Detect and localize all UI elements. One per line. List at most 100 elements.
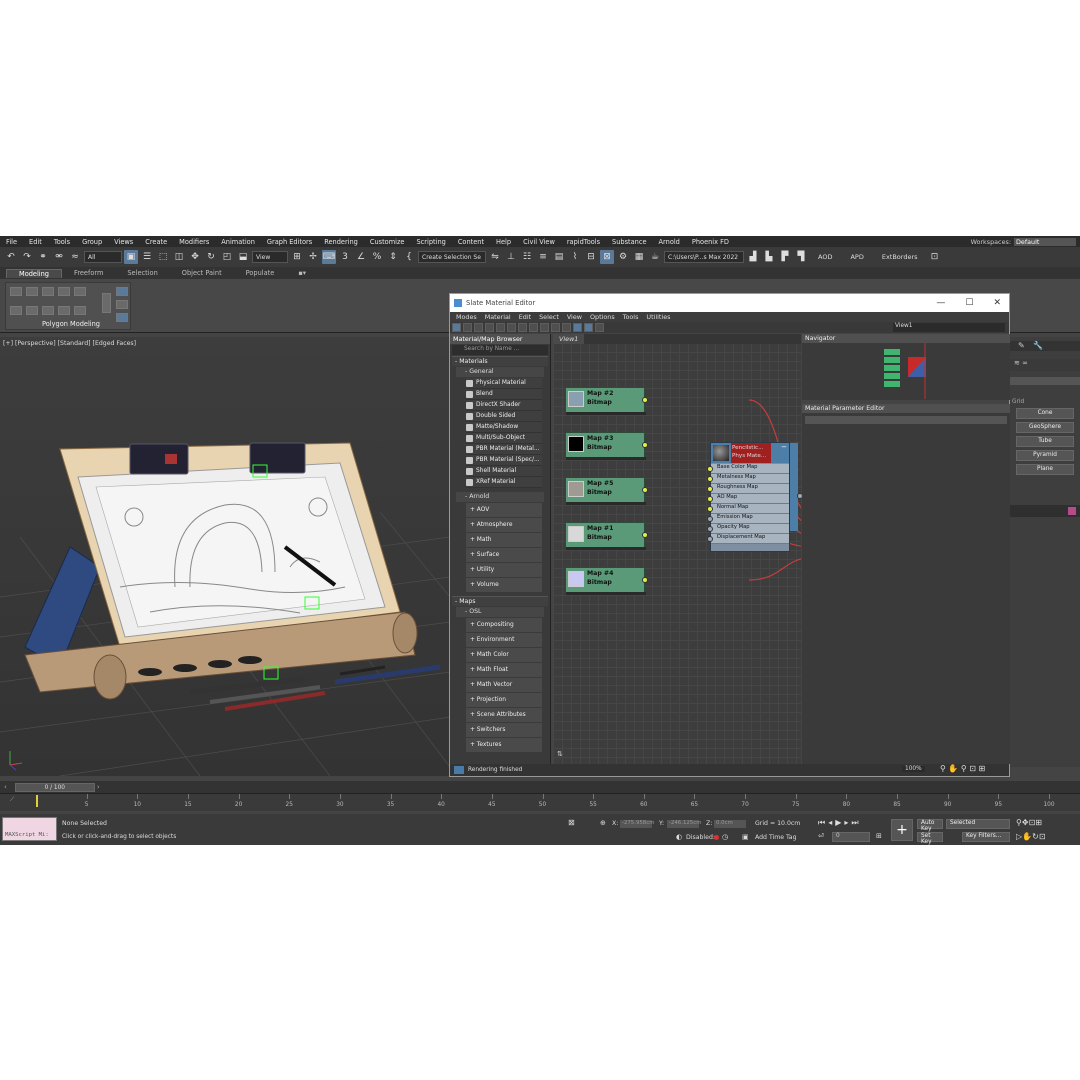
list-item[interactable]: + Switchers [466, 723, 542, 737]
curve-editor-icon[interactable]: ⌇ [568, 250, 582, 264]
list-item[interactable]: + Projection [466, 693, 542, 707]
align-icon[interactable]: ⊥ [504, 250, 518, 264]
repeat-icon[interactable] [74, 306, 86, 315]
absolute-mode-icon[interactable]: ⊕ [600, 819, 606, 827]
zoom-dropdown[interactable]: 100% [902, 766, 925, 772]
sme-assign-material-icon[interactable] [485, 323, 494, 332]
list-item[interactable]: + Math Vector [466, 678, 542, 692]
sme-menu-modes[interactable]: Modes [452, 313, 481, 321]
slot-roughness[interactable]: Roughness Map [707, 484, 789, 494]
list-item[interactable]: Double Sided [466, 411, 542, 422]
menu-help[interactable]: Help [490, 238, 517, 246]
window-crossing-icon[interactable]: ◫ [172, 250, 186, 264]
set-key-button[interactable]: Set Key [917, 832, 943, 845]
isolate-icon[interactable]: ⊠ [568, 818, 575, 827]
link-icon[interactable]: ⚭ [36, 250, 50, 264]
add-time-tag[interactable]: Add Time Tag [755, 834, 797, 841]
scroll-icon[interactable] [102, 293, 111, 313]
track-bar[interactable]: ⟋ 5 10 15 20 25 30 35 40 45 50 55 60 65 70 75 80 85 90 95 1… [0, 793, 1080, 811]
slot-displacement[interactable]: Displacement Map [707, 534, 789, 544]
map-node-5[interactable]: Map #5 Bitmap [565, 477, 648, 505]
tab-populate[interactable]: Populate [234, 269, 287, 277]
key-selection-dropdown[interactable]: Selected [946, 819, 1010, 829]
tab-modeling[interactable]: Modeling [6, 268, 62, 278]
list-item[interactable]: Matte/Shadow [466, 422, 542, 433]
output-port[interactable] [642, 532, 648, 538]
list-item[interactable]: Blend [466, 389, 542, 400]
polygon-icon[interactable] [74, 287, 86, 296]
menu-tools[interactable]: Tools [48, 238, 76, 246]
viewport-nav-icons[interactable]: ⚲✥⊡⊞ [1016, 818, 1042, 827]
slot-opacity[interactable]: Opacity Map [707, 524, 789, 534]
object-color-swatch[interactable] [1068, 507, 1076, 515]
menu-rendering[interactable]: Rendering [318, 238, 364, 246]
reference-coord-dropdown[interactable]: View [252, 251, 288, 263]
tab-object-paint[interactable]: Object Paint [170, 269, 234, 277]
show-end-result-icon[interactable] [116, 313, 128, 322]
sme-menu-edit[interactable]: Edit [515, 313, 535, 321]
use-stack-selection-icon[interactable] [116, 300, 128, 309]
input-port[interactable] [707, 476, 713, 482]
viewport-nav-icons-2[interactable]: ▷✋↻⊡ [1016, 832, 1046, 841]
tab-freeform[interactable]: Freeform [62, 269, 115, 277]
list-item[interactable]: + Math [466, 533, 542, 547]
map-node-1[interactable]: Map #1 Bitmap [565, 522, 648, 550]
set-key-icon[interactable]: + [891, 819, 913, 841]
close-icon[interactable]: ✕ [993, 298, 1001, 308]
sme-delete-icon[interactable] [496, 323, 505, 332]
list-item[interactable]: + Environment [466, 633, 542, 647]
sme-layout-all-icon[interactable] [551, 323, 560, 332]
sme-menu-tools[interactable]: Tools [619, 313, 643, 321]
rotate-icon[interactable]: ↻ [204, 250, 218, 264]
output-port[interactable] [642, 442, 648, 448]
x-coord-field[interactable]: -275.958cm [620, 820, 654, 828]
spinner-snap-icon[interactable]: ⇕ [386, 250, 400, 264]
key-filters-button[interactable]: Key Filters... [962, 832, 1010, 842]
tube-button[interactable]: Tube [1016, 436, 1074, 447]
sme-menu-material[interactable]: Material [481, 313, 515, 321]
selection-filter-dropdown[interactable]: All [84, 251, 122, 263]
track-bar-menu-icon[interactable]: ⟋ [10, 796, 14, 804]
redo-icon[interactable]: ↷ [20, 250, 34, 264]
materials-section[interactable]: - Materials [452, 356, 548, 366]
workspaces-selector[interactable]: Workspaces: Default [971, 236, 1076, 247]
list-item[interactable]: PBR Material (Metal... [466, 444, 542, 455]
undo-icon[interactable]: ↶ [4, 250, 18, 264]
unlink-icon[interactable]: ⚮ [52, 250, 66, 264]
sme-titlebar[interactable]: Slate Material Editor — ☐ ✕ [450, 294, 1009, 312]
placement-icon[interactable]: ⬓ [236, 250, 250, 264]
current-frame-field[interactable]: 0 [832, 832, 870, 842]
menu-group[interactable]: Group [76, 238, 108, 246]
current-frame-marker[interactable] [36, 795, 38, 807]
collapse-stack-icon[interactable] [26, 306, 38, 315]
general-subsection[interactable]: - General [456, 367, 544, 377]
menu-customize[interactable]: Customize [364, 238, 411, 246]
list-item[interactable]: + Textures [466, 738, 542, 752]
shapes-category-icon[interactable]: ≋ ∞ [1010, 359, 1028, 367]
input-port[interactable] [707, 506, 713, 512]
output-port[interactable] [642, 397, 648, 403]
cone-button[interactable]: Cone [1016, 408, 1074, 419]
menu-civil-view[interactable]: Civil View [517, 238, 561, 246]
select-manipulate-icon[interactable]: ✢ [306, 250, 320, 264]
border-icon[interactable] [58, 287, 70, 296]
slot-normal[interactable]: Normal Map [707, 504, 789, 514]
workspaces-value[interactable]: Default [1014, 237, 1076, 246]
object-name-field[interactable] [1010, 505, 1080, 517]
sme-move-children-icon[interactable] [507, 323, 516, 332]
time-slider[interactable]: 0 / 100 [14, 782, 95, 792]
osl-subsection[interactable]: - OSL [456, 607, 544, 617]
schematic-view-icon[interactable]: ⊟ [584, 250, 598, 264]
sme-put-to-scene-icon[interactable] [474, 323, 483, 332]
scene-explorer-icon[interactable]: ☷ [520, 250, 534, 264]
sme-view-dropdown[interactable]: View1 [893, 323, 1005, 332]
autogrid-label[interactable]: Grid [1010, 399, 1080, 405]
list-item[interactable]: + Scene Attributes [466, 708, 542, 722]
slot-emission[interactable]: Emission Map [707, 514, 789, 524]
mirror-icon[interactable]: ⇋ [488, 250, 502, 264]
list-item[interactable]: + AOV [466, 503, 542, 517]
playback-controls-icon[interactable]: ⏮◂▶▸⏭ [818, 818, 862, 828]
map-node-4[interactable]: Map #4 Bitmap [565, 567, 648, 595]
menu-edit[interactable]: Edit [23, 238, 48, 246]
keyboard-shortcut-override-icon[interactable]: ⌨ [322, 250, 336, 264]
